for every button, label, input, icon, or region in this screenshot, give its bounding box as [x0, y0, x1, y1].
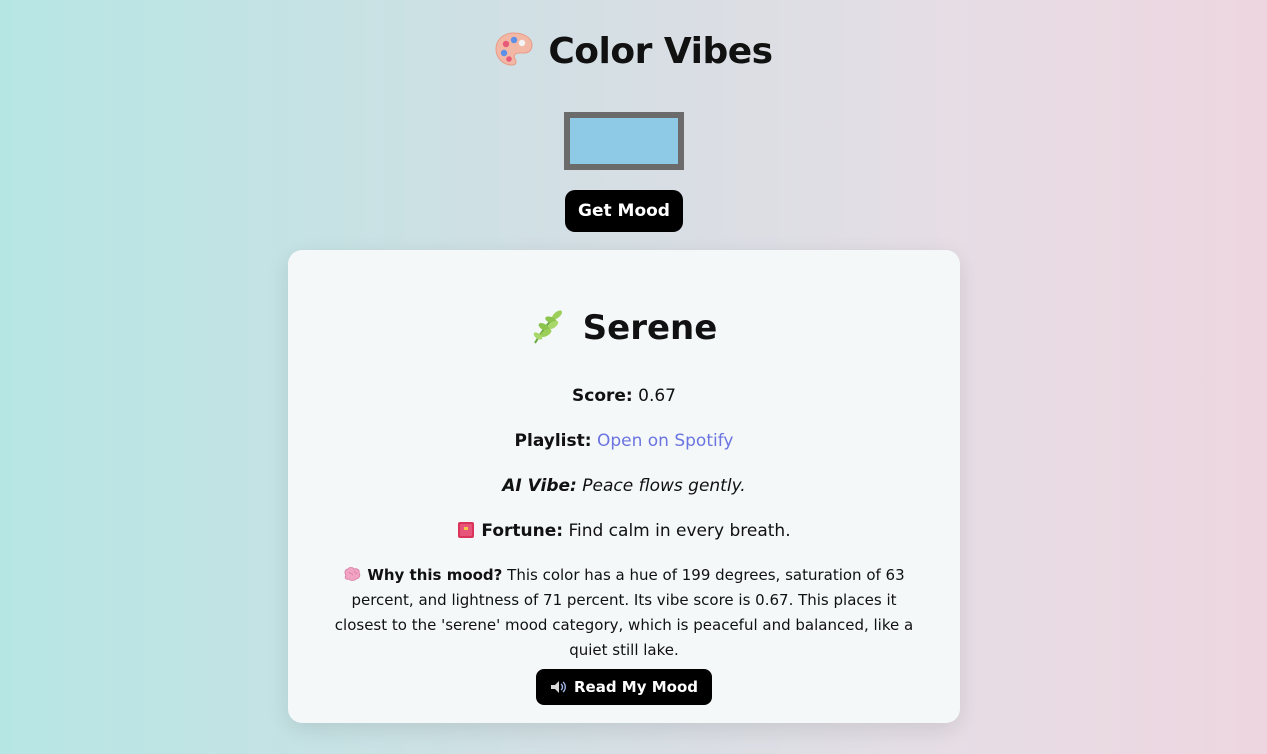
- fortune-row: Fortune: Find calm in every breath.: [288, 519, 960, 543]
- mood-name: Serene: [582, 308, 718, 348]
- playlist-label: Playlist:: [514, 431, 592, 451]
- playlist-row: Playlist: Open on Spotify: [288, 429, 960, 453]
- why-label: Why this mood?: [367, 566, 503, 584]
- read-my-mood-label: Read My Mood: [573, 678, 698, 696]
- score-value: 0.67: [638, 386, 676, 406]
- why-this-mood: Why this mood? This color has a hue of 1…: [328, 563, 920, 663]
- fortune-text: Find calm in every breath.: [568, 521, 791, 541]
- speaker-icon: [550, 671, 568, 693]
- spotify-link[interactable]: Open on Spotify: [597, 431, 734, 451]
- mood-heading: Serene: [288, 305, 960, 351]
- score-row: Score: 0.67: [288, 384, 960, 408]
- mood-result-card: Serene Score: 0.67 Playlist: Open on Spo…: [288, 250, 960, 723]
- color-picker-swatch[interactable]: [564, 112, 684, 170]
- fortune-label: Fortune:: [481, 521, 564, 541]
- page-title: Color Vibes: [0, 28, 1267, 76]
- ai-vibe-row: AI Vibe: Peace flows gently.: [288, 474, 960, 498]
- herb-leaf-icon: [531, 307, 565, 345]
- book-icon: [457, 521, 475, 539]
- ai-vibe-text: Peace flows gently.: [582, 476, 746, 496]
- palette-icon: [494, 31, 534, 67]
- ai-vibe-label: AI Vibe:: [502, 476, 577, 496]
- app-title: Color Vibes: [548, 31, 773, 72]
- read-my-mood-button[interactable]: Read My Mood: [536, 669, 712, 705]
- brain-icon: [343, 565, 361, 581]
- get-mood-button[interactable]: Get Mood: [565, 190, 683, 232]
- score-label: Score:: [572, 386, 633, 406]
